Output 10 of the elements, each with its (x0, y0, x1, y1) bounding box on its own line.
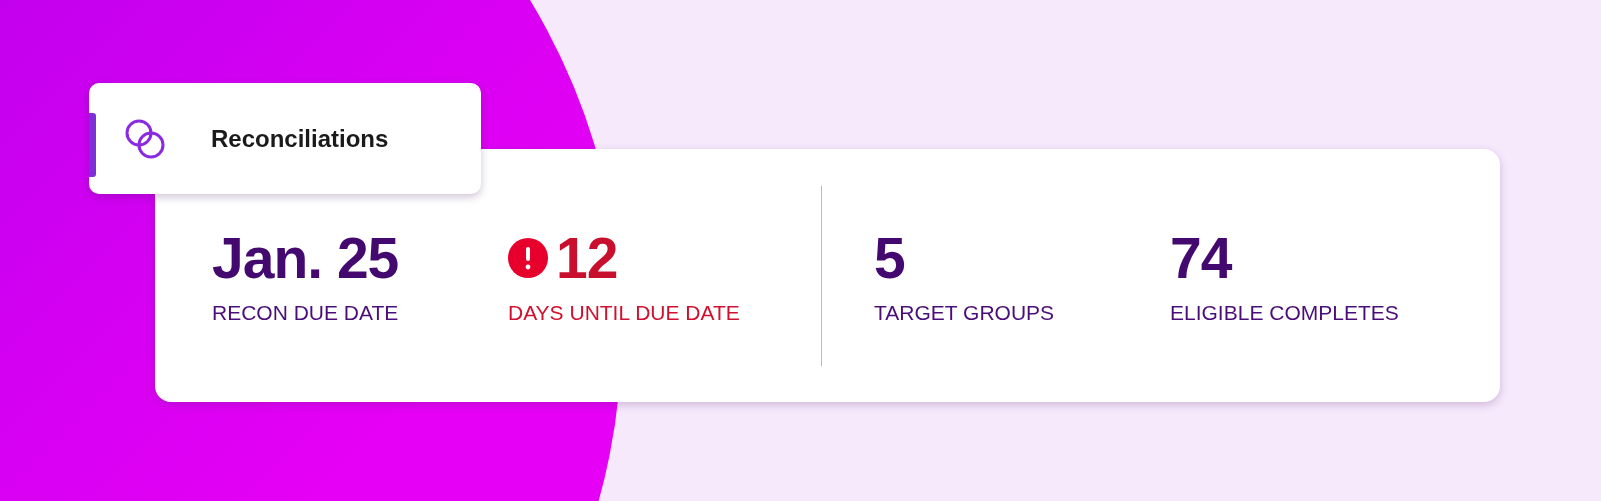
stat-value: 5 (874, 229, 905, 287)
stat-label: TARGET GROUPS (874, 302, 1056, 323)
stat-value: 74 (1170, 229, 1232, 287)
stat-label: RECON DUE DATE (212, 302, 400, 323)
stat-value: Jan. 25 (212, 229, 399, 287)
stat-value: 12 (556, 229, 618, 287)
accent-bar (89, 113, 96, 177)
stat-label: ELIGIBLE COMPLETES (1170, 302, 1400, 323)
stat-label: DAYS UNTIL DUE DATE (508, 302, 741, 323)
card-title: Reconciliations (211, 124, 389, 153)
